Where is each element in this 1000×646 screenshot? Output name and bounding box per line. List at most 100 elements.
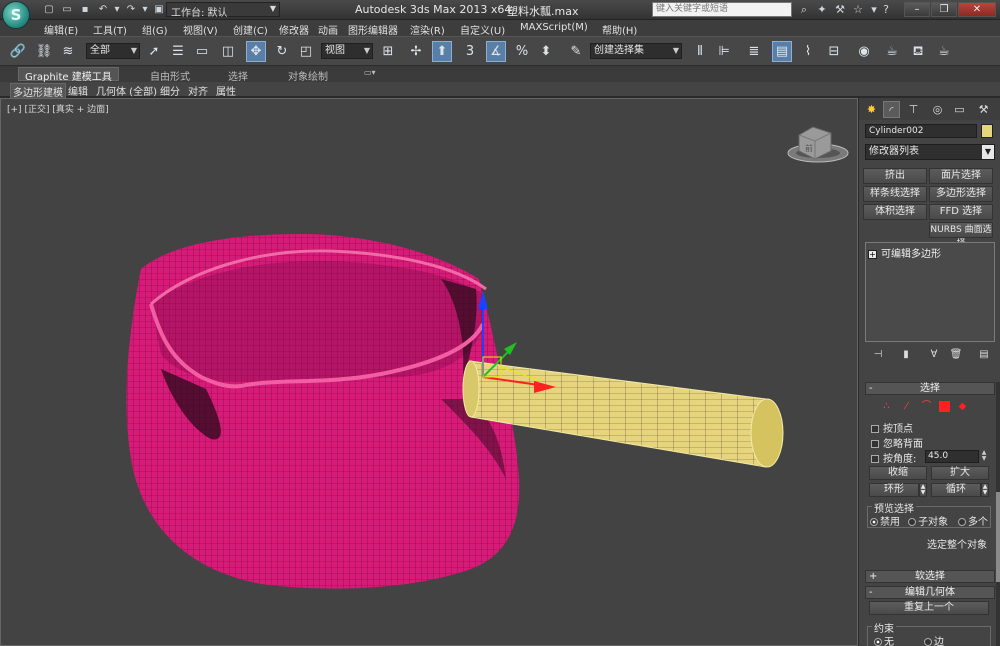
undo-dropdown-icon[interactable]: ▾ xyxy=(110,3,124,16)
close-button[interactable]: ✕ xyxy=(958,2,996,17)
tab-selection[interactable]: 选择 xyxy=(228,68,248,83)
pin-stack-icon[interactable]: ⊣ xyxy=(871,348,885,362)
bind-spacewarp-icon[interactable]: ≋ xyxy=(58,41,78,62)
panel-subdivision[interactable]: 细分 xyxy=(158,83,182,98)
viewcube-icon[interactable]: 前 xyxy=(787,126,849,163)
project-folder-icon[interactable]: ▣ xyxy=(152,3,166,16)
help-icon[interactable]: ? xyxy=(878,2,894,18)
angle-snap-icon[interactable]: ∡ xyxy=(486,41,506,62)
tab-freeform[interactable]: 自由形式 xyxy=(150,68,190,83)
viewport-point-of-view[interactable]: [正交] xyxy=(24,105,49,115)
select-and-move-icon[interactable]: ✥ xyxy=(246,41,266,62)
ribbon-options-icon[interactable]: ▭▾ xyxy=(364,68,376,77)
panel-align[interactable]: 对齐 xyxy=(186,83,210,98)
open-file-icon[interactable]: ▭ xyxy=(60,3,74,16)
soft-selection-rollout-header[interactable]: + 软选择 xyxy=(865,570,995,583)
favorites-icon[interactable]: ☆ xyxy=(850,2,866,18)
utilities-tab-icon[interactable]: ⚒ xyxy=(975,101,992,118)
binoculars-icon[interactable]: ⌕ xyxy=(796,2,812,18)
ffd-select-button[interactable]: FFD 选择 xyxy=(929,204,993,220)
schematic-view-icon[interactable]: ⊟ xyxy=(824,41,844,62)
constraint-none-radio[interactable]: 无 xyxy=(874,633,894,646)
angle-spinner-input[interactable]: 45.0 xyxy=(925,450,979,463)
panel-properties[interactable]: 属性 xyxy=(214,83,238,98)
menu-maxscript[interactable]: MAXScript(M) xyxy=(520,22,588,33)
edit-named-selection-icon[interactable]: ✎ xyxy=(566,41,586,62)
pot-mesh[interactable] xyxy=(126,234,520,589)
search-input[interactable]: 键入关键字或短语 xyxy=(652,2,792,17)
restore-button[interactable]: ❐ xyxy=(931,2,957,17)
grow-button[interactable]: 扩大 xyxy=(931,466,989,480)
preview-off-radio[interactable]: 禁用 xyxy=(870,513,900,528)
polygon-mode-icon[interactable] xyxy=(939,401,950,412)
menu-rendering[interactable]: 渲染(R) xyxy=(410,22,445,37)
loop-spinner-icon[interactable]: ▲ ▼ xyxy=(981,483,989,497)
select-object-icon[interactable]: ➚ xyxy=(144,41,164,62)
element-mode-icon[interactable]: ◆ xyxy=(957,401,968,412)
volume-select-button[interactable]: 体积选择 xyxy=(863,204,927,220)
viewport-label[interactable]: [+] [正交] [真实 + 边面] xyxy=(7,102,109,115)
render-setup-icon[interactable]: ☕ xyxy=(882,41,902,62)
modifier-list-select[interactable]: 修改器列表 ▼ xyxy=(865,144,995,160)
menu-customize[interactable]: 自定义(U) xyxy=(460,22,505,37)
material-editor-icon[interactable]: ◉ xyxy=(854,41,874,62)
menu-edit[interactable]: 编辑(E) xyxy=(44,22,78,37)
menu-help[interactable]: 帮助(H) xyxy=(602,22,637,37)
named-selection-set-select[interactable]: 创建选择集 ▼ xyxy=(590,43,682,59)
minimize-button[interactable]: – xyxy=(904,2,930,17)
menu-graph-editors[interactable]: 图形编辑器 xyxy=(348,22,398,37)
spinner-arrows-icon[interactable]: ▲ ▼ xyxy=(980,450,988,463)
edit-geometry-rollout-header[interactable]: - 编辑几何体 xyxy=(865,586,995,599)
by-vertex-checkbox[interactable]: 按顶点 xyxy=(871,420,913,435)
expand-icon[interactable]: + xyxy=(868,250,877,259)
viewport-scene[interactable]: 前 xyxy=(1,99,859,646)
snaps-toggle-icon[interactable]: 3 xyxy=(460,41,480,62)
shrink-button[interactable]: 收缩 xyxy=(869,466,927,480)
tab-graphite-modeling[interactable]: Graphite 建模工具 xyxy=(18,67,119,83)
by-angle-checkbox[interactable]: 按角度: xyxy=(871,450,916,465)
stack-item-editable-poly[interactable]: + 可编辑多边形 xyxy=(868,245,941,260)
undo-icon[interactable]: ↶ xyxy=(96,3,110,16)
app-logo-icon[interactable]: S xyxy=(2,1,30,29)
menu-animation[interactable]: 动画 xyxy=(318,22,338,37)
menu-group[interactable]: 组(G) xyxy=(142,22,168,37)
poly-select-button[interactable]: 多边形选择 xyxy=(929,186,993,202)
save-icon[interactable]: ▪ xyxy=(78,3,92,16)
preview-subobject-radio[interactable]: 子对象 xyxy=(908,513,948,528)
redo-icon[interactable]: ↷ xyxy=(124,3,138,16)
selection-filter-select[interactable]: 全部 ▼ xyxy=(86,43,140,59)
reference-coordinate-select[interactable]: 视图 ▼ xyxy=(321,43,373,59)
align-icon[interactable]: ⊫ xyxy=(714,41,734,62)
hierarchy-tab-icon[interactable]: ⊤ xyxy=(905,101,922,118)
make-unique-icon[interactable]: ∀ xyxy=(927,348,941,362)
tools-icon[interactable]: ⚒ xyxy=(832,2,848,18)
menu-modifiers[interactable]: 修改器 xyxy=(279,22,309,37)
modifier-stack[interactable]: + 可编辑多边形 xyxy=(865,242,995,342)
create-tab-icon[interactable]: ✸ xyxy=(863,101,880,118)
preview-multi-radio[interactable]: 多个 xyxy=(958,513,988,528)
rectangular-selection-icon[interactable]: ▭ xyxy=(192,41,212,62)
select-link-icon[interactable]: 🔗 xyxy=(8,41,28,62)
spline-select-button[interactable]: 样条线选择 xyxy=(863,186,927,202)
perspective-viewport[interactable]: 前 [+] [正交] [真实 + 边面] xyxy=(0,98,858,646)
pivot-center-icon[interactable]: ⊞ xyxy=(378,41,398,62)
menu-tools[interactable]: 工具(T) xyxy=(93,22,127,37)
new-file-icon[interactable]: ▢ xyxy=(42,3,56,16)
panel-edit[interactable]: 编辑 xyxy=(66,83,90,98)
layer-manager-icon[interactable]: ≣ xyxy=(744,41,764,62)
panel-geometry-all[interactable]: 几何体 (全部) xyxy=(94,83,159,98)
viewport-shading-mode[interactable]: [真实 + 边面] xyxy=(52,105,108,115)
ring-spinner-icon[interactable]: ▲ ▼ xyxy=(919,483,927,497)
motion-tab-icon[interactable]: ◎ xyxy=(929,101,946,118)
curve-editor-icon[interactable]: ⌇ xyxy=(798,41,818,62)
constraint-edge-radio[interactable]: 边 xyxy=(924,633,944,646)
redo-dropdown-icon[interactable]: ▾ xyxy=(138,3,152,16)
select-and-scale-icon[interactable]: ◰ xyxy=(296,41,316,62)
patch-select-button[interactable]: 面片选择 xyxy=(929,168,993,184)
percent-snap-icon[interactable]: % xyxy=(512,41,532,62)
mirror-icon[interactable]: ⫴ xyxy=(690,41,710,62)
ignore-backfacing-checkbox[interactable]: 忽略背面 xyxy=(871,435,923,450)
select-manipulate-icon[interactable]: ✢ xyxy=(406,41,426,62)
communication-icon[interactable]: ✦ xyxy=(814,2,830,18)
workspace-select[interactable]: 工作台: 默认 ▼ xyxy=(166,2,280,19)
